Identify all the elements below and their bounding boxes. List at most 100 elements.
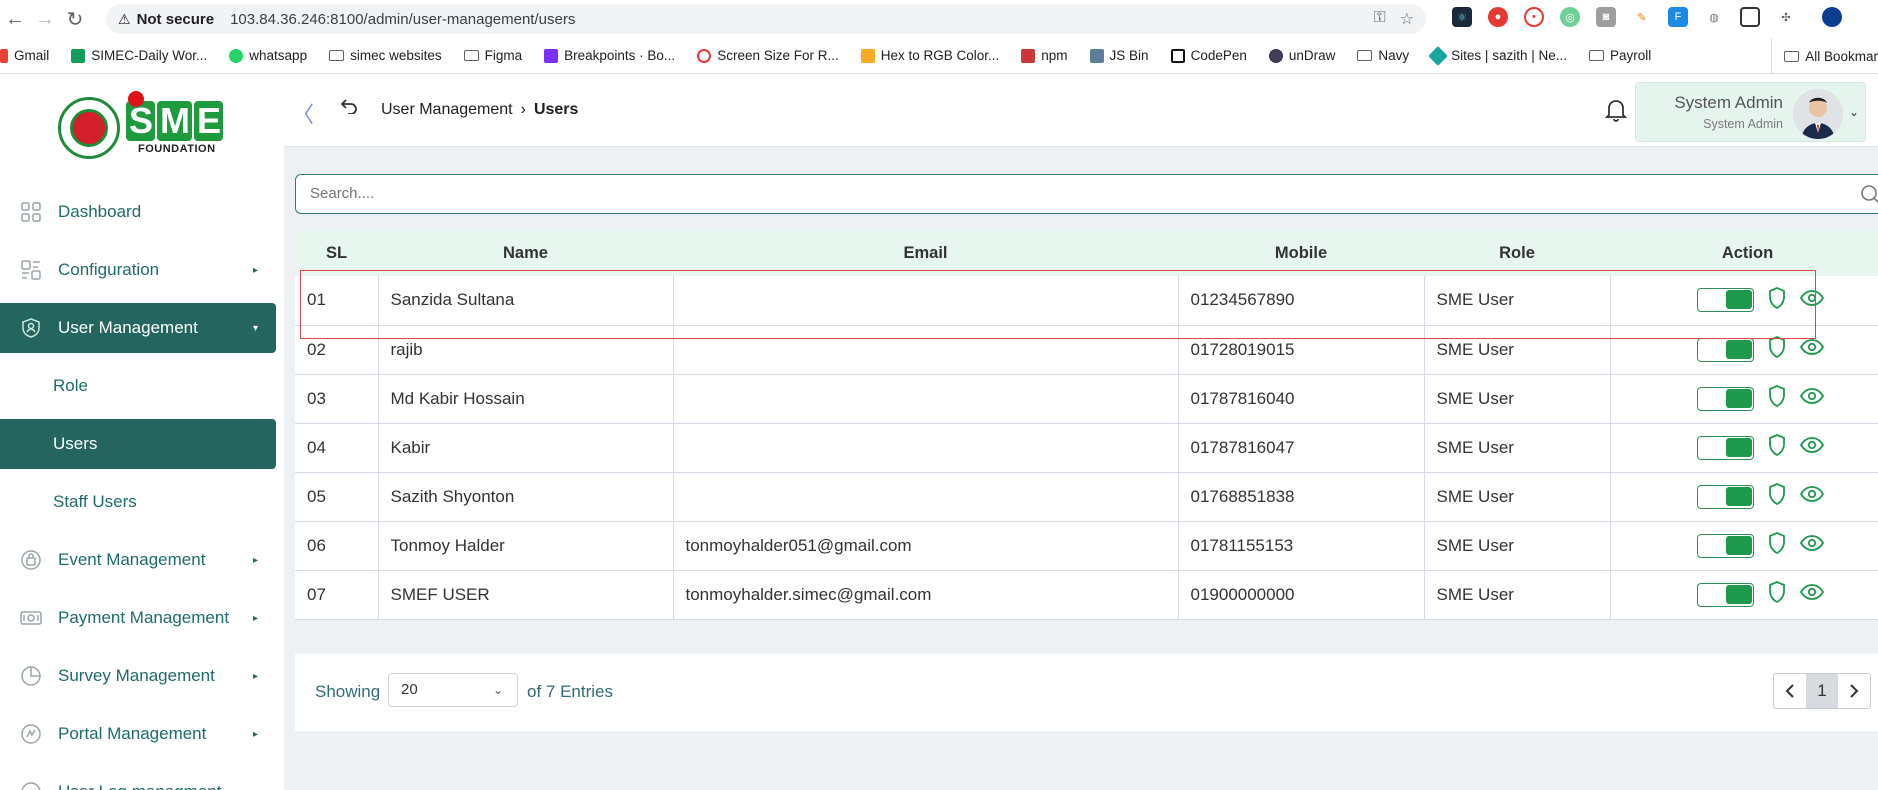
bookmark-jsbin[interactable]: JS Bin <box>1089 48 1149 63</box>
search-icon[interactable] <box>1860 184 1878 211</box>
camera-icon[interactable]: ◙ <box>1596 7 1616 27</box>
breadcrumb-parent[interactable]: User Management <box>381 101 513 119</box>
eye-icon[interactable] <box>1799 289 1824 312</box>
bookmark-codepen[interactable]: CodePen <box>1170 48 1247 63</box>
table-row[interactable]: 05 Sazith Shyonton 01768851838 SME User <box>295 472 1878 521</box>
sidebar-item-dashboard[interactable]: Dashboard <box>0 187 276 237</box>
reload-icon[interactable]: ↻ <box>60 4 90 34</box>
sidebar-item-payment-management[interactable]: Payment Management ▸ <box>0 593 276 643</box>
shield-icon[interactable] <box>1768 532 1786 559</box>
column-header-mobile[interactable]: Mobile <box>1178 230 1424 276</box>
table-row[interactable]: 04 Kabir 01787816047 SME User <box>295 423 1878 472</box>
status-toggle[interactable] <box>1696 386 1754 411</box>
record-icon[interactable]: • <box>1524 7 1544 27</box>
eye-icon[interactable] <box>1799 387 1824 410</box>
back-arrow-icon[interactable]: ← <box>0 4 30 34</box>
column-header-role[interactable]: Role <box>1424 230 1610 276</box>
shield-icon[interactable] <box>1768 286 1786 314</box>
status-toggle[interactable] <box>1696 533 1754 558</box>
status-toggle[interactable] <box>1696 484 1754 509</box>
status-toggle[interactable] <box>1696 435 1754 460</box>
column-header-name[interactable]: Name <box>378 230 673 276</box>
bookmark-simec-websites[interactable]: simec websites <box>329 48 442 63</box>
eye-icon[interactable] <box>1799 436 1824 459</box>
sidebar-item-survey-management[interactable]: Survey Management ▸ <box>0 651 276 701</box>
next-page-button[interactable] <box>1838 674 1870 708</box>
folder-icon <box>1784 50 1800 62</box>
sidebar-item-label: Survey Management <box>58 666 215 685</box>
bookmark-simec-daily[interactable]: SIMEC-Daily Wor... <box>71 48 207 63</box>
cell-action <box>1610 276 1878 325</box>
sme-foundation-logo[interactable]: SME FOUNDATION <box>58 91 224 159</box>
sidebar: SME FOUNDATION Dashboard Configuration ▸… <box>0 75 284 790</box>
cell-role: SME User <box>1424 570 1611 619</box>
collapse-sidebar-icon[interactable]: 〈 <box>292 97 314 129</box>
shield-icon[interactable] <box>1768 581 1786 608</box>
eye-icon[interactable] <box>1799 534 1824 557</box>
cell-action <box>1610 570 1878 619</box>
cell-email <box>673 325 1179 374</box>
user-profile-menu[interactable]: System Admin System Admin ⌄ <box>1635 82 1866 142</box>
shield-icon[interactable] <box>1768 385 1786 412</box>
back-icon[interactable] <box>340 97 358 120</box>
bookmark-hex-rgb[interactable]: Hex to RGB Color... <box>860 48 999 63</box>
globe-icon[interactable]: ◍ <box>1704 7 1724 27</box>
bookmark-npm[interactable]: npm <box>1021 48 1068 63</box>
puzzle-icon[interactable]: ✣ <box>1776 7 1796 27</box>
table-row[interactable]: 02 rajib 01728019015 SME User <box>295 325 1878 374</box>
bookmark-sites[interactable]: Sites | sazith | Ne... <box>1428 45 1567 66</box>
all-bookmarks[interactable]: All Bookmar <box>1771 38 1878 73</box>
top-header: 〈 User Management › Users System Admin S… <box>284 75 1878 147</box>
react-devtools-icon[interactable]: ⚛ <box>1452 7 1472 27</box>
column-header-sl[interactable]: SL <box>295 230 378 276</box>
shield-icon[interactable] <box>1768 483 1786 510</box>
sidebar-item-user-log[interactable]: User Log managment <box>0 767 276 790</box>
eye-icon[interactable] <box>1799 583 1824 606</box>
bookmark-undraw[interactable]: unDraw <box>1268 48 1335 63</box>
shield-icon[interactable] <box>1768 336 1786 363</box>
sidebar-item-configuration[interactable]: Configuration ▸ <box>0 245 276 295</box>
key-icon[interactable]: ⚿ <box>1373 9 1385 29</box>
color-picker-icon[interactable]: ✎ <box>1632 7 1652 27</box>
table-row[interactable]: 01 Sanzida Sultana 01234567890 SME User <box>295 276 1878 325</box>
table-row[interactable]: 06 Tonmoy Halder tonmoyhalder051@gmail.com… <box>295 521 1878 570</box>
forward-arrow-icon[interactable]: → <box>30 4 60 34</box>
status-toggle[interactable] <box>1696 582 1754 607</box>
star-icon[interactable]: ☆ <box>1400 9 1414 29</box>
extension-green-icon[interactable]: ◎ <box>1560 7 1580 27</box>
search-input[interactable] <box>296 175 1796 211</box>
status-toggle[interactable] <box>1696 288 1754 313</box>
bookmark-screen-size[interactable]: Screen Size For R... <box>697 48 839 63</box>
address-bar[interactable]: ⚠ Not secure 103.84.36.246:8100/admin/us… <box>106 4 1426 34</box>
table-row[interactable]: 03 Md Kabir Hossain 01787816040 SME User <box>295 374 1878 423</box>
pagination-controls: 1 <box>1773 673 1871 709</box>
sidebar-item-user-management[interactable]: User Management ▾ <box>0 303 276 353</box>
bookmark-payroll[interactable]: Payroll <box>1588 48 1651 63</box>
undraw-icon <box>1268 48 1283 63</box>
page-number-current[interactable]: 1 <box>1806 674 1838 708</box>
table-row[interactable]: 07 SMEF USER tonmoyhalder.simec@gmail.com 0… <box>295 570 1878 619</box>
sidebar-subitem-staff-users[interactable]: Staff Users <box>0 477 276 527</box>
bookmark-navy[interactable]: Navy <box>1357 48 1409 63</box>
status-toggle[interactable] <box>1696 337 1754 362</box>
bell-icon[interactable] <box>1604 97 1628 123</box>
shield-icon[interactable] <box>1768 434 1786 461</box>
sidebar-subitem-role[interactable]: Role <box>0 361 276 411</box>
prev-page-button[interactable] <box>1774 674 1806 708</box>
extension-blue-icon[interactable]: F <box>1668 7 1688 27</box>
extension-red-icon[interactable]: ● <box>1488 7 1508 27</box>
cell-action <box>1610 423 1878 472</box>
profile-avatar-icon[interactable] <box>1822 7 1842 27</box>
eye-icon[interactable] <box>1799 485 1824 508</box>
bookmark-whatsapp[interactable]: whatsapp <box>229 48 307 63</box>
eye-icon[interactable] <box>1799 338 1824 361</box>
sidebar-item-event-management[interactable]: Event Management ▸ <box>0 535 276 585</box>
sidebar-item-portal-management[interactable]: Portal Management ▸ <box>0 709 276 759</box>
bookmark-figma[interactable]: Figma <box>463 48 522 63</box>
column-header-email[interactable]: Email <box>673 230 1178 276</box>
sidebar-subitem-users[interactable]: Users <box>0 419 276 469</box>
sidepanel-icon[interactable] <box>1740 7 1760 27</box>
bookmark-breakpoints[interactable]: Breakpoints · Bo... <box>544 48 675 63</box>
page-size-select[interactable]: 20 ⌄ <box>388 673 518 707</box>
bookmark-gmail[interactable]: Gmail <box>0 48 49 63</box>
